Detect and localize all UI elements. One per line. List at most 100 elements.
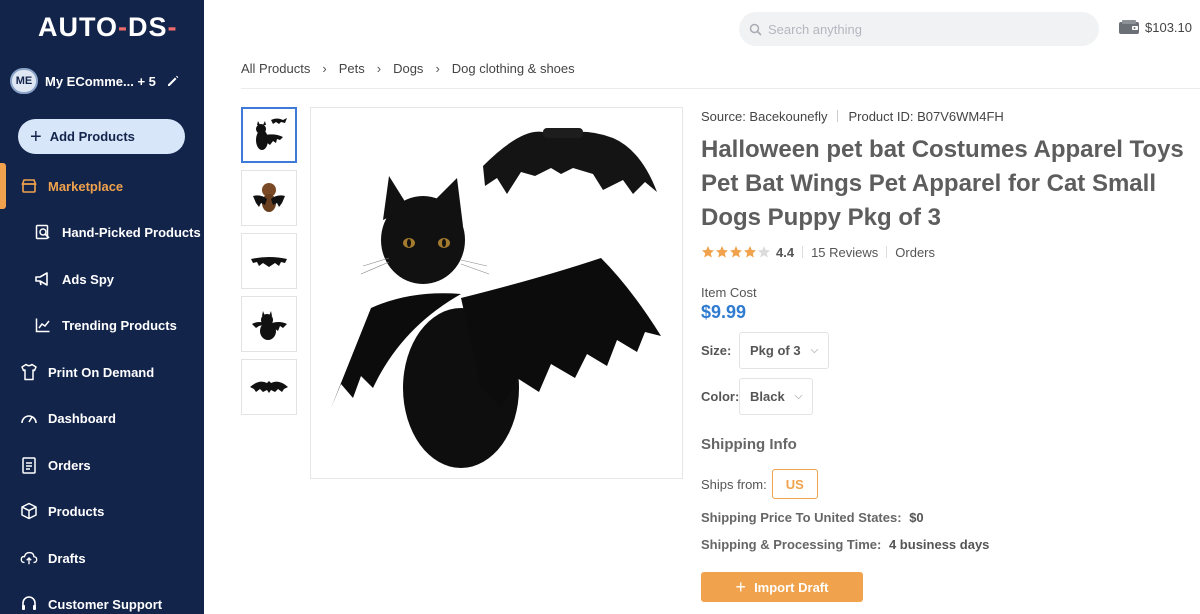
sidebar-item-customer-support[interactable]: Customer Support [0,584,204,614]
sidebar-item-products[interactable]: Products [0,491,204,531]
size-dropdown[interactable]: Pkg of 3 ⌵ [739,332,830,369]
sidebar-item-ads-spy[interactable]: Ads Spy [0,259,204,299]
clipboard-icon [20,456,38,474]
color-option: Color: Black ⌵ [701,378,814,415]
shipping-time-value: 4 business days [888,537,990,552]
trend-chart-icon [34,316,52,334]
sidebar-item-drafts[interactable]: Drafts [0,538,204,578]
shirt-icon [20,363,38,381]
item-price: $9.99 [701,302,747,322]
shipping-time-row: Shipping & Processing Time: 4 business d… [701,537,989,552]
star-icon [702,246,714,258]
thumbnail-1[interactable] [241,107,297,163]
rating-score: 4.4 [776,244,795,260]
thumbnail-list [241,107,297,422]
sidebar-item-trending[interactable]: Trending Products [0,305,204,345]
thumbnail-3[interactable] [241,233,297,289]
chevron-right-icon: › [435,61,440,76]
sidebar-item-label: Ads Spy [62,271,115,287]
size-value: Pkg of 3 [750,343,801,358]
sidebar-item-orders[interactable]: Orders [0,445,204,485]
size-label: Size: [701,343,732,358]
plus-icon: + [735,577,747,597]
color-dropdown[interactable]: Black ⌵ [739,378,814,415]
store-name: My EComme... + 5 [45,73,156,89]
breadcrumb-dog-clothing[interactable]: Dog clothing & shoes [452,61,575,76]
balance-display[interactable]: $103.10 [1118,19,1192,35]
product-meta: Source: Bacekounefly Product ID: B07V6WM… [701,107,1191,125]
chevron-down-icon: ⌵ [810,345,819,356]
product-details: Source: Bacekounefly Product ID: B07V6WM… [701,107,1191,602]
item-cost-label: Item Cost [701,285,757,300]
sidebar-item-label: Drafts [48,550,86,566]
star-empty-icon [758,246,770,258]
sidebar-item-label: Hand-Picked Products [62,224,201,240]
bat-wings-thumbnail-image [251,257,287,267]
import-draft-button[interactable]: + Import Draft [701,572,863,602]
bat-cat-thumbnail-image [256,118,287,150]
color-label: Color: [701,389,740,404]
shipping-price-row: Shipping Price To United States: $0 [701,510,924,525]
thumbnail-5[interactable] [241,359,297,415]
app-root: AUTO-DS- ME My EComme... + 5 + Add Produ… [0,0,1200,614]
divider [837,110,839,122]
balance-amount: $103.10 [1145,19,1192,35]
sidebar-item-label: Products [48,503,105,519]
star-icon [730,246,742,258]
import-draft-label: Import Draft [754,579,829,595]
sidebar-item-marketplace[interactable]: Marketplace [0,166,204,206]
search-icon [749,23,762,36]
star-icon [716,246,728,258]
header-divider [241,88,1200,89]
sidebar-item-dashboard[interactable]: Dashboard [0,398,204,438]
main-product-image[interactable] [310,107,683,479]
store-icon [20,177,38,195]
sidebar-item-print-on-demand[interactable]: Print On Demand [0,352,204,392]
thumbnail-2[interactable] [241,170,297,226]
bat-wings-flat-thumbnail-image [250,381,288,393]
ships-from-label: Ships from: [701,476,767,492]
breadcrumb-pets[interactable]: Pets [339,61,365,76]
add-products-label: Add Products [49,129,135,144]
headset-icon [20,595,38,613]
wallet-icon [1119,20,1139,34]
ships-from-row: Ships from: US [701,469,818,499]
plus-icon: + [30,125,42,148]
sidebar-item-label: Marketplace [48,178,124,194]
product-source: Source: Bacekounefly [701,108,828,124]
sidebar-item-label: Dashboard [48,410,116,426]
rating-row: 4.4 15 Reviews Orders [701,243,1191,261]
chevron-right-icon: › [376,61,382,76]
shipping-time-label: Shipping & Processing Time: [701,537,882,552]
orders-label: Orders [895,244,936,260]
black-cat-bat-wings-image [331,128,661,468]
divider [886,246,888,258]
add-products-button[interactable]: + Add Products [18,119,185,154]
product-id: Product ID: B07V6WM4FH [848,108,1004,124]
sidebar: AUTO-DS- ME My EComme... + 5 + Add Produ… [0,0,204,614]
pencil-icon[interactable] [166,74,180,88]
thumbnail-4[interactable] [241,296,297,352]
search-doc-icon [34,223,52,241]
sidebar-item-label: Orders [48,457,91,473]
breadcrumb-all-products[interactable]: All Products [241,61,310,76]
store-selector[interactable]: ME My EComme... + 5 [10,68,196,94]
search-bar[interactable] [739,12,1099,46]
autods-logo[interactable]: AUTO-DS- [38,12,178,43]
search-input[interactable] [768,21,1068,37]
star-rating [701,245,771,259]
breadcrumb-dogs[interactable]: Dogs [393,61,423,76]
reviews-count[interactable]: 15 Reviews [811,245,878,260]
box-icon [20,502,38,520]
megaphone-icon [34,270,52,288]
sidebar-item-hand-picked[interactable]: Hand-Picked Products [0,212,204,252]
shipping-price-label: Shipping Price To United States: [701,510,902,525]
ships-from-us-button[interactable]: US [771,469,818,499]
shipping-info-title: Shipping Info [701,436,797,453]
chevron-down-icon: ⌵ [794,391,803,402]
sidebar-item-label: Trending Products [62,317,177,333]
gauge-icon [20,409,38,427]
star-icon [744,246,756,258]
color-value: Black [750,389,785,404]
sidebar-item-label: Customer Support [48,596,163,612]
